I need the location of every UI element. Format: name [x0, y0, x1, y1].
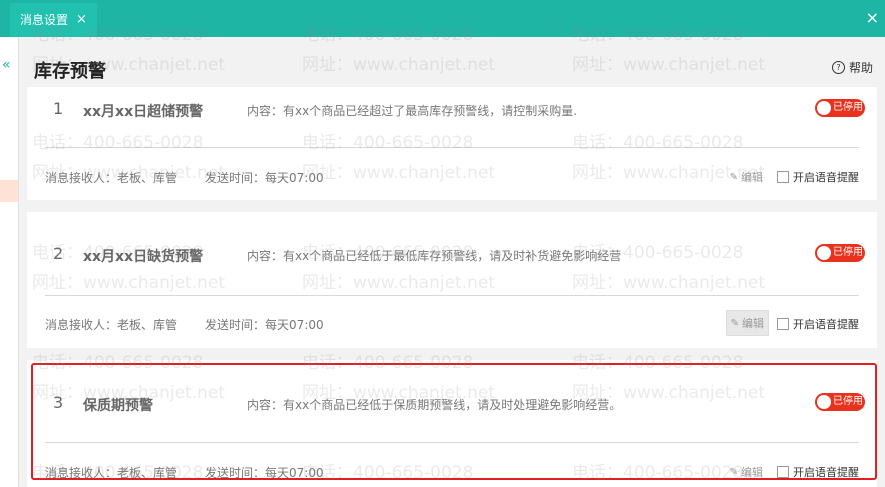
main-content: 库存预警 ? 帮助 1 xx月xx日超储预警 内容：有xx个商品已经超过了最高库… — [20, 37, 885, 487]
receivers-text: 消息接收人：老板、库管 — [45, 171, 178, 185]
receivers-text: 消息接收人：老板、库管 — [45, 466, 178, 480]
toggle-label: 已停用 — [833, 247, 863, 258]
card-content: 内容：有xx个商品已经超过了最高库存预警线，请控制采购量. — [247, 104, 578, 118]
voice-reminder-label: 开启语音提醒 — [793, 171, 859, 184]
card-divider — [45, 442, 859, 443]
send-time-text: 发送时间：每天07:00 — [205, 171, 324, 185]
sidebar: « — [0, 37, 19, 487]
card-title: xx月xx日缺货预警 — [83, 249, 204, 265]
status-toggle[interactable]: 已停用 — [815, 99, 865, 117]
edit-button[interactable]: ✎ 编辑 — [730, 169, 763, 185]
card-divider — [45, 147, 859, 148]
tab-message-settings[interactable]: 消息设置 × — [10, 3, 97, 37]
toggle-knob — [817, 101, 831, 115]
sidebar-active-marker — [0, 180, 18, 202]
alert-card: 3 保质期预警 内容：有xx个商品已经低于保质期预警线，请及时处理避免影响经营。… — [27, 360, 877, 487]
edit-icon: ✎ — [729, 466, 738, 478]
voice-reminder-checkbox[interactable] — [777, 171, 789, 183]
window-close-icon[interactable]: × — [866, 8, 879, 27]
voice-reminder-label: 开启语音提醒 — [793, 466, 859, 479]
alert-card: 1 xx月xx日超储预警 内容：有xx个商品已经超过了最高库存预警线，请控制采购… — [27, 87, 877, 200]
edit-button[interactable]: ✎ 编辑 — [725, 310, 769, 336]
edit-icon: ✎ — [730, 317, 739, 329]
voice-reminder-option[interactable]: 开启语音提醒 — [777, 316, 859, 332]
collapse-sidebar-icon[interactable]: « — [2, 57, 11, 73]
edit-label: 编辑 — [742, 317, 764, 330]
toggle-label: 已停用 — [833, 396, 863, 407]
voice-reminder-option[interactable]: 开启语音提醒 — [777, 169, 859, 185]
card-number: 1 — [53, 99, 64, 118]
card-content: 内容：有xx个商品已经低于最低库存预警线，请及时补货避免影响经营 — [247, 249, 622, 263]
help-icon: ? — [831, 61, 845, 74]
toggle-knob — [817, 395, 831, 409]
toggle-knob — [817, 246, 831, 260]
page-title: 库存预警 — [34, 61, 106, 82]
tab-label: 消息设置 — [20, 13, 69, 27]
status-toggle[interactable]: 已停用 — [815, 244, 865, 262]
card-number: 2 — [53, 244, 64, 263]
status-toggle[interactable]: 已停用 — [815, 393, 865, 411]
alert-card: 2 xx月xx日缺货预警 内容：有xx个商品已经低于最低库存预警线，请及时补货避… — [27, 212, 877, 348]
card-content: 内容：有xx个商品已经低于保质期预警线，请及时处理避免影响经营。 — [247, 398, 622, 412]
card-title: 保质期预警 — [83, 398, 153, 414]
voice-reminder-label: 开启语音提醒 — [793, 318, 859, 331]
edit-label: 编辑 — [741, 466, 763, 479]
card-title: xx月xx日超储预警 — [83, 104, 204, 120]
help-label: 帮助 — [848, 61, 873, 75]
send-time-text: 发送时间：每天07:00 — [205, 466, 324, 480]
receivers-text: 消息接收人：老板、库管 — [45, 318, 178, 332]
voice-reminder-checkbox[interactable] — [777, 466, 789, 478]
edit-label: 编辑 — [741, 171, 763, 184]
card-divider — [45, 295, 859, 296]
help-button[interactable]: ? 帮助 — [831, 59, 873, 76]
edit-button[interactable]: ✎ 编辑 — [730, 464, 763, 480]
tab-close-icon[interactable]: × — [76, 3, 87, 37]
edit-icon: ✎ — [729, 171, 738, 183]
voice-reminder-checkbox[interactable] — [777, 318, 789, 330]
send-time-text: 发送时间：每天07:00 — [205, 318, 324, 332]
toggle-label: 已停用 — [833, 102, 863, 113]
card-number: 3 — [53, 393, 64, 412]
top-bar: 消息设置 × × — [0, 0, 885, 37]
voice-reminder-option[interactable]: 开启语音提醒 — [777, 464, 859, 480]
